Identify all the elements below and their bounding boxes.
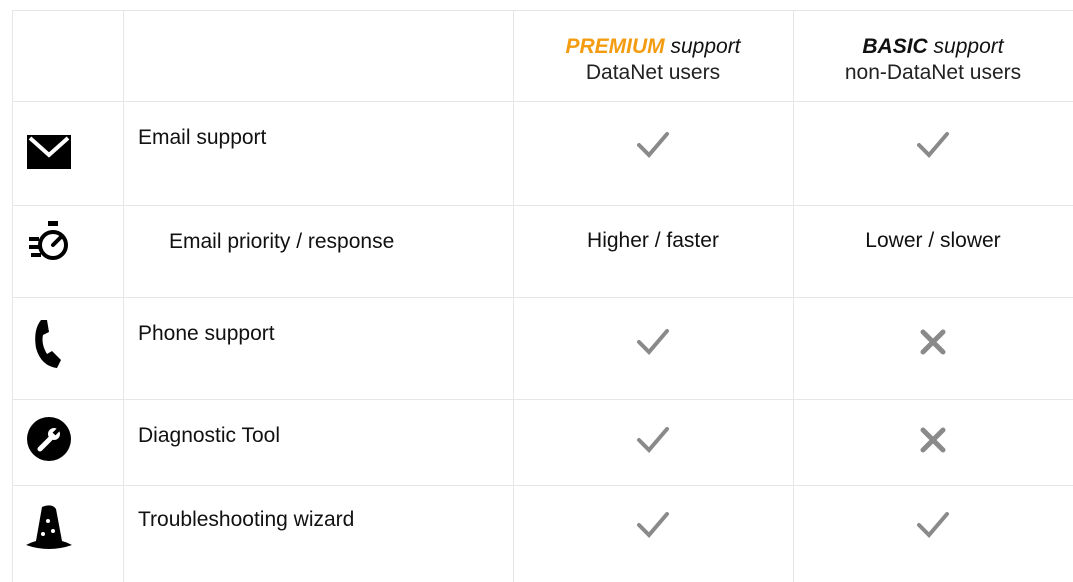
phone-icon — [21, 316, 77, 372]
premium-phone-check — [513, 320, 793, 364]
row-label: Email support — [138, 126, 267, 149]
grid-line — [12, 10, 13, 582]
row-label: Email priority / response — [169, 230, 395, 253]
row-label: Phone support — [138, 322, 275, 345]
basic-header: BASIC support non-DataNet users — [793, 30, 1073, 90]
grid-line — [793, 10, 794, 582]
grid-line — [12, 399, 1073, 400]
basic-phone-cross — [793, 320, 1073, 364]
premium-suffix: support — [664, 35, 741, 58]
premium-header: PREMIUM support DataNet users — [513, 30, 793, 90]
basic-audience: non-DataNet users — [844, 61, 1022, 84]
premium-wizard-check — [513, 503, 793, 547]
premium-priority-value: Higher / faster — [587, 229, 719, 252]
envelope-icon — [21, 124, 77, 180]
grid-line — [12, 485, 1073, 486]
basic-diagnostic-cross — [793, 418, 1073, 462]
premium-audience: DataNet users — [585, 61, 721, 84]
grid-line — [123, 10, 124, 582]
basic-suffix: support — [927, 35, 1004, 58]
basic-wizard-check — [793, 503, 1073, 547]
row-label: Diagnostic Tool — [138, 424, 281, 447]
timer-icon — [21, 213, 77, 269]
wrench-icon — [21, 411, 77, 467]
premium-email-check — [513, 123, 793, 167]
support-comparison-table: PREMIUM support DataNet users BASIC supp… — [0, 0, 1073, 582]
grid-line — [12, 101, 1073, 102]
grid-line — [513, 10, 514, 582]
premium-diagnostic-check — [513, 418, 793, 462]
grid-line — [12, 205, 1073, 206]
premium-tag: PREMIUM — [565, 35, 665, 58]
grid-line — [12, 297, 1073, 298]
basic-priority-value: Lower / slower — [865, 229, 1001, 252]
grid-line — [12, 10, 1073, 11]
wizard-hat-icon — [21, 500, 77, 556]
basic-tag: BASIC — [862, 35, 928, 58]
row-label: Troubleshooting wizard — [138, 508, 355, 531]
basic-email-check — [793, 123, 1073, 167]
